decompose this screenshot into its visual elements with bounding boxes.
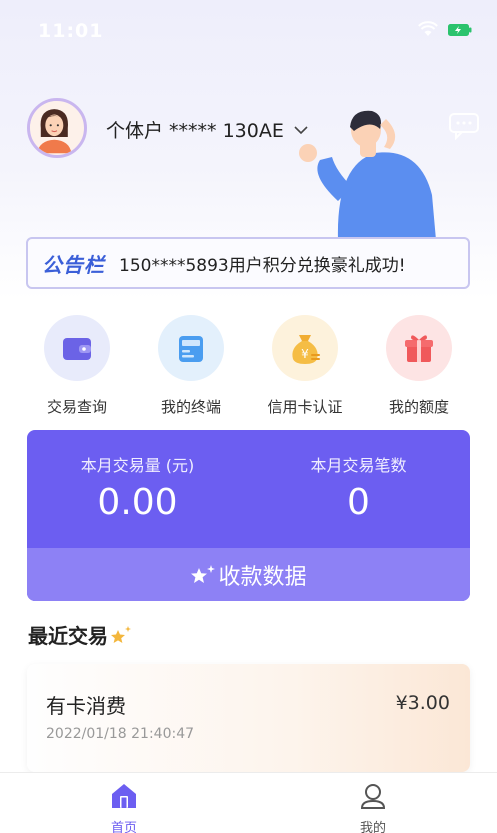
- stats-card: 本月交易量 (元) 0.00 本月交易笔数 0 收款数据: [27, 430, 470, 601]
- monthly-volume-label: 本月交易量 (元): [80, 456, 195, 475]
- collection-data-button[interactable]: 收款数据: [27, 548, 470, 601]
- qa-icon-bg: [386, 315, 452, 381]
- qa-icon-bg: ¥: [272, 315, 338, 381]
- quick-action-credit-card-auth[interactable]: ¥ 信用卡认证: [250, 310, 360, 417]
- qa-label: 我的终端: [160, 398, 221, 416]
- wifi-icon: [418, 21, 438, 36]
- collection-data-label: 收款数据: [218, 564, 307, 590]
- monthly-count-label: 本月交易笔数: [310, 456, 407, 475]
- transaction-time: 2022/01/18 21:40:47: [46, 726, 195, 742]
- account-selector[interactable]: 个体户 ***** 130AE: [106, 116, 308, 143]
- user-icon: [360, 784, 386, 809]
- quick-actions: 交易查询 我的终端 ¥ 信用卡认证 我的额度: [0, 310, 497, 420]
- qa-icon-bg: [44, 315, 110, 381]
- svg-text:¥: ¥: [301, 347, 309, 361]
- person-illustration: [299, 110, 436, 240]
- money-bag-icon: ¥: [292, 335, 320, 364]
- terminal-icon: [179, 336, 203, 362]
- monthly-count-value: 0: [347, 482, 370, 523]
- sparkle-icon: [191, 564, 216, 583]
- tab-mine[interactable]: 我的: [333, 781, 413, 833]
- avatar[interactable]: [27, 98, 87, 158]
- transaction-amount: ¥3.00: [395, 692, 450, 714]
- notice-text: 150****5893用户积分兑换豪礼成功!: [119, 255, 406, 276]
- recent-transactions-title: 最近交易: [28, 620, 132, 649]
- gift-icon: [405, 335, 433, 362]
- quick-action-transaction-query[interactable]: 交易查询: [22, 310, 132, 417]
- star-icon: [111, 625, 131, 643]
- transaction-card[interactable]: 有卡消费 ¥3.00 2022/01/18 21:40:47: [27, 664, 470, 772]
- tab-bar: 首页 我的: [0, 772, 497, 833]
- qa-label: 我的额度: [388, 398, 449, 416]
- avatar-image: [30, 101, 79, 154]
- battery-icon: [448, 24, 472, 36]
- monthly-volume: 本月交易量 (元) 0.00: [27, 452, 248, 523]
- quick-action-my-quota[interactable]: 我的额度: [364, 310, 474, 417]
- wallet-icon: [63, 338, 91, 360]
- tab-home[interactable]: 首页: [84, 781, 164, 833]
- qa-label: 信用卡认证: [267, 398, 343, 416]
- recent-title-text: 最近交易: [28, 624, 108, 648]
- monthly-volume-value: 0.00: [97, 482, 178, 523]
- monthly-count: 本月交易笔数 0: [248, 452, 469, 523]
- home-icon: [112, 784, 136, 808]
- quick-action-my-terminal[interactable]: 我的终端: [136, 310, 246, 417]
- tab-home-label: 首页: [110, 821, 137, 833]
- message-icon[interactable]: [448, 112, 480, 140]
- qa-icon-bg: [158, 315, 224, 381]
- transaction-title: 有卡消费: [46, 694, 126, 718]
- notice-logo: 公告栏: [42, 252, 105, 277]
- status-time: 11:01: [38, 20, 104, 42]
- qa-label: 交易查询: [46, 398, 107, 416]
- tab-mine-label: 我的: [359, 821, 386, 833]
- account-label: 个体户 ***** 130AE: [106, 120, 284, 142]
- notice-bar[interactable]: 公告栏 150****5893用户积分兑换豪礼成功!: [26, 237, 470, 289]
- status-bar: 11:01: [0, 0, 497, 60]
